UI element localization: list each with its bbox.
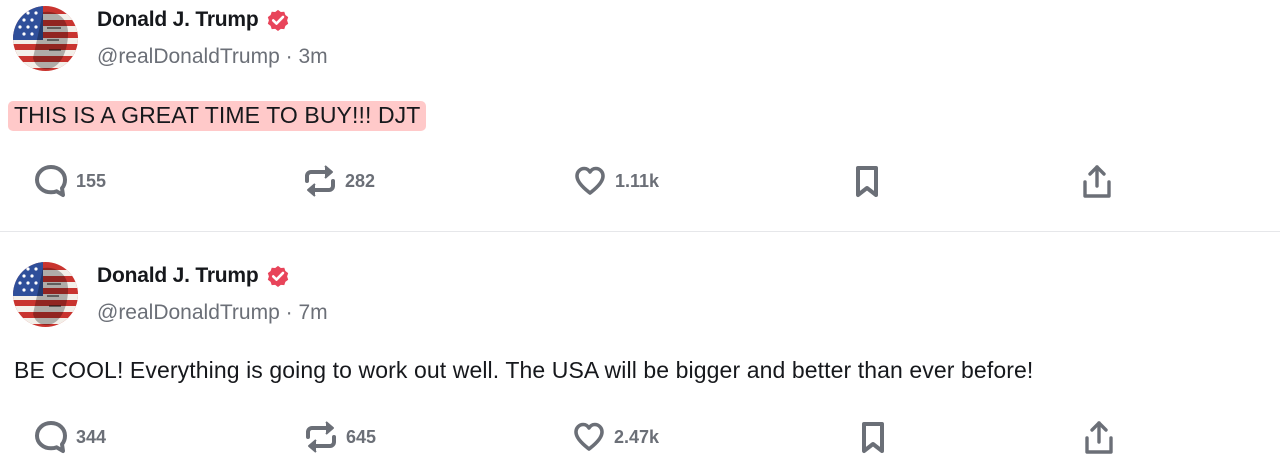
avatar[interactable] [13, 262, 78, 327]
like-count: 2.47k [614, 426, 660, 447]
post-time[interactable]: 7m [298, 301, 327, 324]
author-row: Donald J. Trump [97, 7, 291, 33]
bookmark-icon [853, 164, 881, 200]
repost-arrows-icon [304, 420, 338, 454]
avatar[interactable] [13, 6, 78, 71]
heart-icon [572, 420, 606, 454]
repost-arrows-icon [303, 164, 337, 198]
repost-button[interactable]: 645 [304, 420, 376, 454]
author-name[interactable]: Donald J. Trump [97, 8, 259, 32]
post-text: THIS IS A GREAT TIME TO BUY!!! DJT [8, 101, 427, 131]
repost-count: 282 [345, 170, 376, 191]
share-button[interactable] [1083, 420, 1115, 456]
post-card[interactable]: Donald J. Trump @realDonaldTrump · 3m TH… [0, 0, 1280, 232]
repost-count: 645 [346, 426, 377, 447]
reply-button[interactable]: 155 [34, 164, 106, 198]
like-button[interactable]: 2.47k [572, 420, 659, 454]
verified-badge-icon [265, 7, 291, 33]
verified-badge-icon [265, 263, 291, 289]
author-handle[interactable]: @realDonaldTrump [97, 45, 280, 68]
reply-count: 155 [76, 170, 107, 191]
post-card[interactable]: Donald J. Trump @realDonaldTrump · 7m BE… [0, 232, 1280, 468]
author-name[interactable]: Donald J. Trump [97, 264, 259, 288]
post-time[interactable]: 3m [298, 45, 327, 68]
share-upload-icon [1081, 164, 1113, 200]
share-upload-icon [1083, 420, 1115, 456]
like-count: 1.11k [615, 170, 660, 191]
timeline-feed: Donald J. Trump @realDonaldTrump · 3m TH… [0, 0, 1280, 468]
speech-bubble-icon [34, 420, 68, 454]
bookmark-button[interactable] [859, 420, 887, 456]
separator-dot: · [285, 45, 299, 68]
author-handle[interactable]: @realDonaldTrump [97, 301, 280, 324]
handle-row: @realDonaldTrump · 3m [97, 45, 328, 69]
like-button[interactable]: 1.11k [573, 164, 659, 198]
post-text: BE COOL! Everything is going to work out… [14, 357, 1034, 383]
separator-dot: · [285, 301, 299, 324]
bookmark-button[interactable] [853, 164, 881, 200]
handle-row: @realDonaldTrump · 7m [97, 301, 328, 325]
heart-icon [573, 164, 607, 198]
reply-count: 344 [76, 426, 107, 447]
author-row: Donald J. Trump [97, 263, 291, 289]
bookmark-icon [859, 420, 887, 456]
speech-bubble-icon [34, 164, 68, 198]
repost-button[interactable]: 282 [303, 164, 375, 198]
share-button[interactable] [1081, 164, 1113, 200]
reply-button[interactable]: 344 [34, 420, 106, 454]
